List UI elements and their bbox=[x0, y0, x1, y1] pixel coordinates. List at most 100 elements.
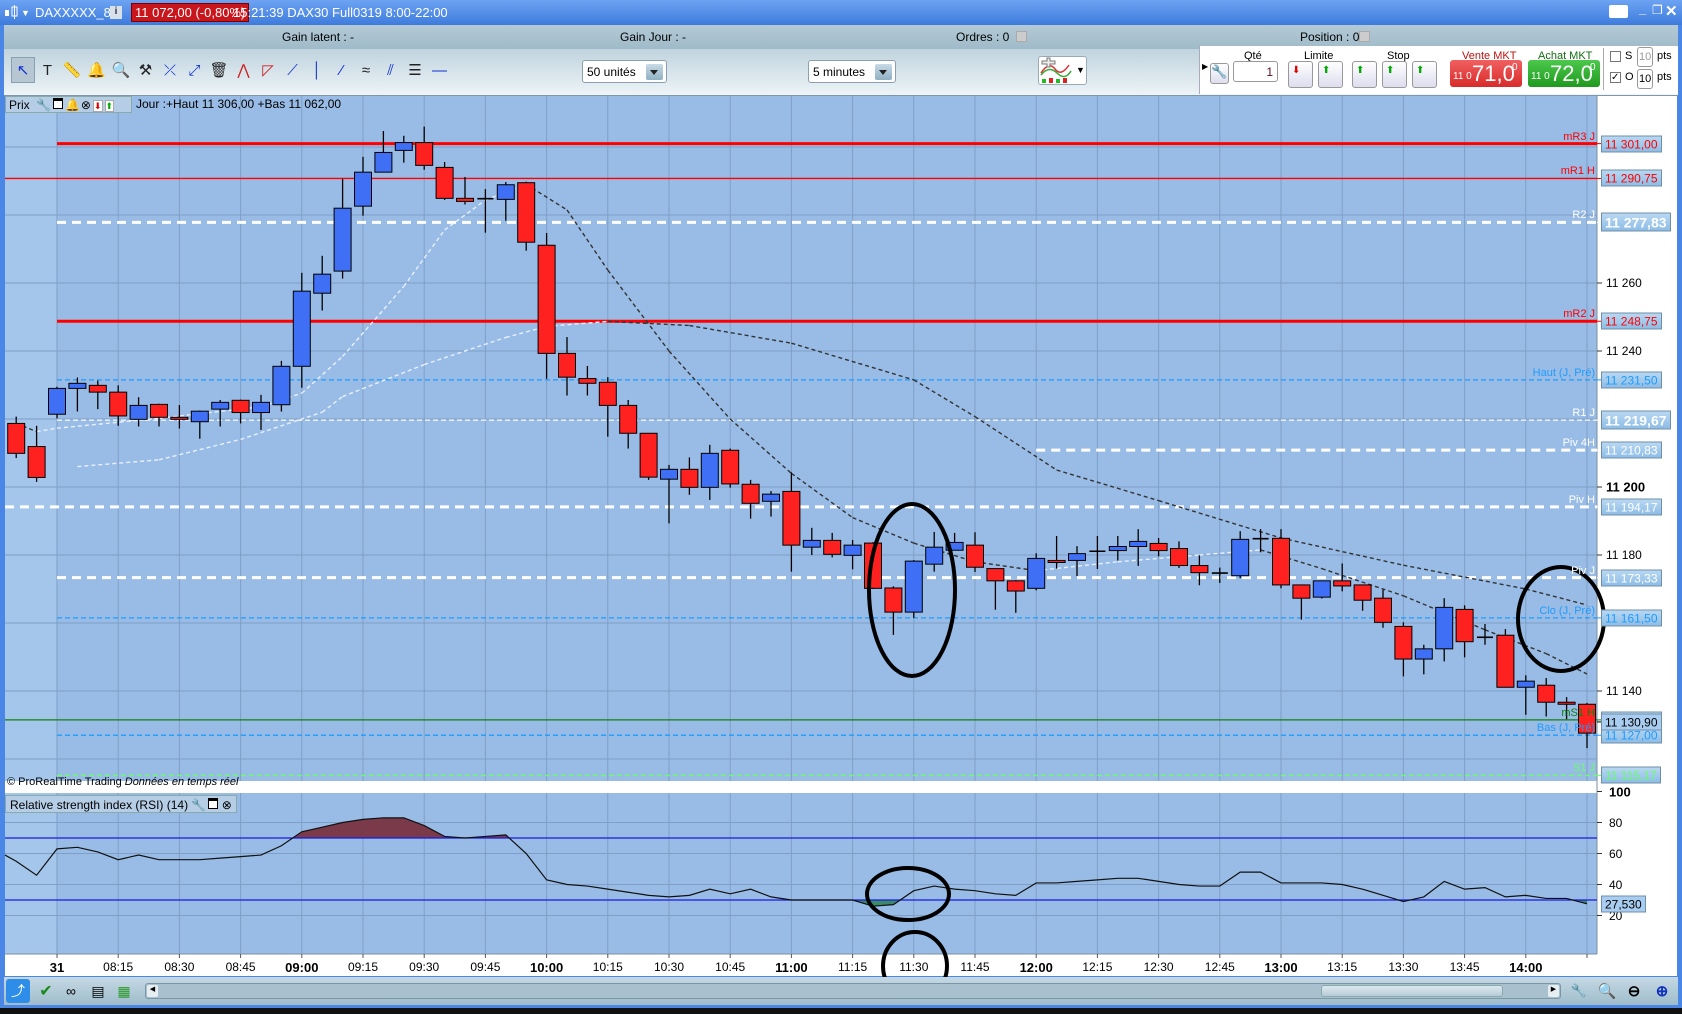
time-tick-label: 11:15 bbox=[838, 960, 868, 974]
candle-down bbox=[7, 422, 26, 454]
time-tick-label: 10:00 bbox=[529, 960, 564, 975]
candle-down bbox=[1292, 584, 1311, 599]
scroll-left-icon[interactable]: ◀ bbox=[147, 985, 158, 997]
candle-down bbox=[456, 197, 474, 202]
chart-settings-icon[interactable]: 🔧 bbox=[1567, 979, 1591, 1003]
candle-up bbox=[700, 452, 719, 488]
price-level-name: mR2 J bbox=[1563, 308, 1595, 321]
candle-down bbox=[1190, 565, 1209, 574]
price-level-label: 11 290,75 bbox=[1601, 169, 1662, 187]
scrollbar-thumb[interactable] bbox=[1321, 985, 1503, 997]
candle-up bbox=[1231, 538, 1250, 577]
candle-up bbox=[354, 171, 372, 207]
time-tick-label: 12:15 bbox=[1082, 960, 1113, 974]
price-tick-label: 11 140 bbox=[1606, 684, 1642, 698]
price-level-name: R2 J bbox=[1572, 209, 1595, 222]
candle-up bbox=[48, 387, 66, 415]
candle-down bbox=[170, 416, 189, 420]
price-level-label: 11 210,83 bbox=[1601, 441, 1662, 459]
candle-up bbox=[843, 544, 862, 556]
candle-up bbox=[292, 290, 311, 367]
price-level-name: Piv H bbox=[1568, 493, 1595, 506]
price-level-label: 11 115,17 bbox=[1601, 766, 1661, 784]
price-tick-label: 11 260 bbox=[1606, 276, 1642, 290]
time-tick-label: 13:15 bbox=[1327, 960, 1358, 974]
time-tick-label: 09:30 bbox=[409, 960, 440, 974]
time-tick-label: 31 bbox=[49, 960, 65, 975]
candle-up bbox=[1068, 553, 1086, 561]
candle-down bbox=[680, 468, 699, 488]
prix-toolbar: Prix 🔧 🔔⊗ ⬇ ⬆ bbox=[5, 96, 132, 113]
rsi-tick-label: 100 bbox=[1609, 784, 1631, 799]
price-tick-label: 11 180 bbox=[1606, 548, 1642, 562]
candle-down bbox=[231, 399, 250, 414]
zoom-out-icon[interactable]: ⊖ bbox=[1622, 979, 1646, 1003]
price-tick-label: 11 200 bbox=[1606, 479, 1646, 495]
candle-down bbox=[966, 544, 984, 568]
time-tick-label: 14:00 bbox=[1509, 960, 1543, 975]
validate-icon[interactable]: ✔ bbox=[34, 979, 58, 1003]
link-icon[interactable]: ∞ bbox=[59, 979, 83, 1003]
horizontal-scrollbar[interactable]: ◀ ▶ bbox=[145, 983, 1561, 999]
candle-up bbox=[394, 142, 413, 151]
share-icon[interactable]: ⤴ bbox=[6, 979, 30, 1003]
price-level-name: mR3 J bbox=[1563, 130, 1595, 143]
candle-down bbox=[1557, 701, 1576, 705]
time-tick-label: 12:00 bbox=[1019, 960, 1053, 975]
close-circle-icon[interactable]: ⊗ bbox=[222, 798, 232, 812]
candle-up bbox=[129, 404, 148, 420]
price-level-label: 11 219,67 bbox=[1601, 410, 1671, 430]
copyright: © ProRealTime Trading Données en temps r… bbox=[7, 776, 238, 788]
candle-down bbox=[598, 381, 617, 406]
price-level-name: Bas (J, Pré) bbox=[1536, 722, 1595, 735]
platform-window: ▼ DAXXXXX_8 i 11 072,00 (-0,80%) 15:21:3… bbox=[0, 0, 1682, 1008]
time-tick-label: 08:15 bbox=[103, 960, 134, 974]
scroll-right-icon[interactable]: ▶ bbox=[1548, 985, 1559, 997]
candle-up bbox=[313, 273, 332, 294]
candle-down bbox=[1537, 684, 1556, 703]
candle-up bbox=[1516, 680, 1535, 688]
price-level-name: mR1 H bbox=[1560, 165, 1595, 178]
window-icon[interactable] bbox=[52, 98, 63, 109]
day-high-low: Jour :+Haut 11 306,00 +Bas 11 062,00 bbox=[136, 97, 342, 111]
price-level-label: 11 248,75 bbox=[1601, 312, 1662, 330]
candle-down bbox=[435, 166, 454, 199]
candle-up bbox=[1312, 580, 1331, 598]
candle-down bbox=[88, 384, 107, 393]
chart-list-icon[interactable]: ▤ bbox=[86, 979, 110, 1003]
sell-arrow-icon[interactable]: ⬇ bbox=[92, 100, 103, 112]
window-icon[interactable] bbox=[208, 798, 219, 809]
buy-arrow-icon[interactable]: ⬆ bbox=[104, 100, 115, 112]
candle-up bbox=[660, 468, 678, 480]
time-tick-label: 09:15 bbox=[347, 960, 379, 974]
time-tick-label: 13:45 bbox=[1449, 960, 1480, 974]
candle-down bbox=[986, 568, 1005, 582]
time-tick-label: 11:30 bbox=[899, 960, 929, 974]
orderbook-icon[interactable]: ▦ bbox=[112, 979, 136, 1003]
time-tick-label: 11:00 bbox=[775, 960, 808, 975]
candle-up bbox=[1108, 546, 1127, 552]
window-border bbox=[1677, 96, 1682, 976]
time-tick-label: 08:30 bbox=[164, 960, 195, 974]
candle-up bbox=[496, 184, 515, 200]
bell-icon[interactable]: 🔔 bbox=[65, 98, 80, 112]
price-chart[interactable] bbox=[0, 0, 1682, 1014]
time-tick-label: 08:45 bbox=[225, 960, 256, 974]
last-price-label: 11 130,90 bbox=[1601, 713, 1662, 731]
zoom-in-icon[interactable]: ⊕ bbox=[1650, 979, 1674, 1003]
candle-down bbox=[1047, 559, 1066, 563]
close-circle-icon[interactable]: ⊗ bbox=[81, 98, 91, 112]
candle-up bbox=[1129, 540, 1148, 548]
wrench-icon[interactable]: 🔧 bbox=[36, 98, 51, 112]
candle-down bbox=[1272, 537, 1290, 586]
price-level-label: 11 173,33 bbox=[1601, 569, 1662, 587]
wrench-icon[interactable]: 🔧 bbox=[191, 798, 206, 812]
candle-down bbox=[1006, 580, 1025, 592]
candle-up bbox=[1435, 606, 1454, 650]
price-level-label: 11 301,00 bbox=[1601, 135, 1662, 153]
candle-down bbox=[619, 404, 638, 434]
candle-down bbox=[578, 378, 597, 384]
candle-up bbox=[252, 401, 270, 414]
auto-zoom-icon[interactable]: 🔍 bbox=[1595, 979, 1619, 1003]
candle-up bbox=[904, 560, 923, 613]
